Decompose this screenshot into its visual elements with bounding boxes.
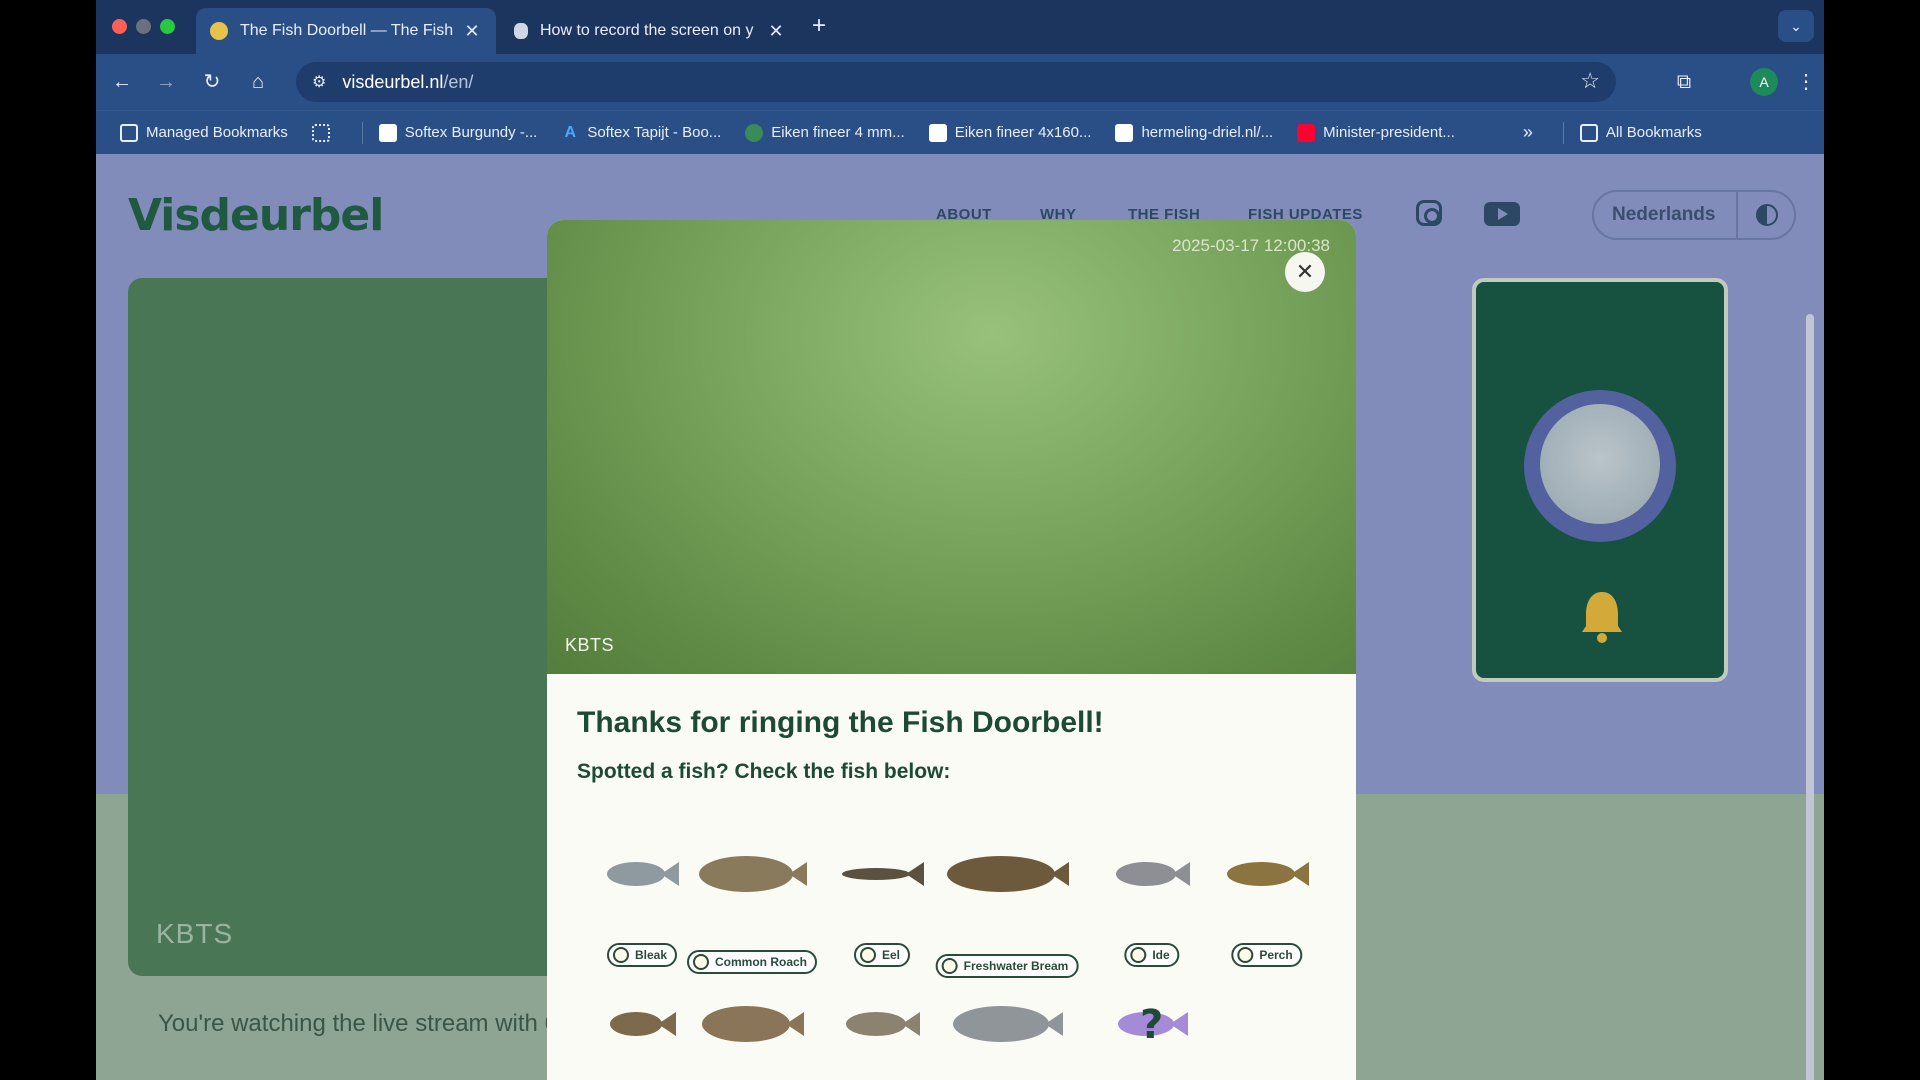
fish-checkbox[interactable]: Bleak xyxy=(606,943,678,967)
site-info-icon[interactable]: ⚙ xyxy=(312,72,326,92)
apps-grid-icon[interactable] xyxy=(311,123,338,142)
bookmark-eiken-fineer-4mm[interactable]: Eiken fineer 4 mm... xyxy=(745,123,905,142)
fish-checkbox[interactable]: Eel xyxy=(853,943,911,967)
fish-modal: 2025-03-17 12:00:38 KBTS ✕ Thanks for ri… xyxy=(547,220,1356,1080)
maximize-window-button[interactable] xyxy=(160,19,175,34)
tab-strip: The Fish Doorbell — The Fish ✕ How to re… xyxy=(96,0,1824,54)
fish-name: Freshwater Bream xyxy=(963,959,1069,973)
radio-icon xyxy=(1130,947,1147,963)
page-scrollbar[interactable] xyxy=(1806,314,1814,1080)
a-favicon-icon: A xyxy=(564,123,577,141)
close-tab-icon[interactable]: ✕ xyxy=(462,21,482,42)
modal-subtitle: Spotted a fish? Check the fish below: xyxy=(577,760,951,783)
fish-option[interactable]: ?Unknown xyxy=(1087,990,1217,1080)
bookmarks-bar: Managed Bookmarks Softex Burgundy -... A… xyxy=(96,110,1824,154)
close-tab-icon[interactable]: ✕ xyxy=(766,21,786,42)
fish-illustration xyxy=(699,856,807,892)
folder-icon xyxy=(120,123,138,142)
bookmark-eiken-fineer-4x160[interactable]: Eiken fineer 4x160... xyxy=(928,123,1091,142)
fish-illustration xyxy=(846,1012,920,1036)
browser-window: The Fish Doorbell — The Fish ✕ How to re… xyxy=(96,0,1824,1080)
question-fish-icon: ? xyxy=(1118,1002,1188,1048)
youtube-favicon-icon xyxy=(1297,123,1316,142)
fish-checkbox[interactable]: Common Roach xyxy=(686,950,818,974)
tab-title: How to record the screen on y xyxy=(540,22,754,39)
fish-doorbell-favicon-icon xyxy=(210,22,228,40)
video-location-label: KBTS xyxy=(565,635,615,655)
globe-favicon-icon xyxy=(745,123,764,142)
reload-icon[interactable]: ↻ xyxy=(198,68,226,96)
tab-search-button[interactable]: ⌄ xyxy=(1778,10,1814,42)
bookmark-softex-burgundy[interactable]: Softex Burgundy -... xyxy=(378,123,537,142)
fish-name: Common Roach xyxy=(714,955,808,969)
radio-icon xyxy=(612,947,629,963)
radio-icon xyxy=(941,958,958,974)
tab-record-screen[interactable]: How to record the screen on y ✕ xyxy=(500,8,800,54)
back-icon[interactable]: ← xyxy=(108,68,136,96)
profile-avatar[interactable]: A xyxy=(1750,68,1778,96)
browser-toolbar: ← → ↻ ⌂ ⚙ visdeurbel.nl/en/ ☆ ⧉ A ⋮ xyxy=(96,54,1824,110)
fish-name: Bleak xyxy=(634,948,668,962)
menu-icon[interactable]: ⋮ xyxy=(1792,68,1820,96)
fish-option[interactable]: Eel xyxy=(817,840,947,970)
fish-option[interactable]: Freshwater Bream xyxy=(935,840,1079,978)
fish-illustration xyxy=(947,856,1069,892)
bookmark-managed[interactable]: Managed Bookmarks xyxy=(120,123,288,142)
fish-illustration xyxy=(702,1006,804,1042)
modal-title: Thanks for ringing the Fish Doorbell! xyxy=(577,706,1104,739)
url-text: visdeurbel.nl/en/ xyxy=(342,71,474,92)
close-window-button[interactable] xyxy=(112,19,127,34)
new-tab-button[interactable]: + xyxy=(812,12,826,40)
bookmark-minister-president[interactable]: Minister-president... xyxy=(1297,123,1455,142)
softex-favicon-icon xyxy=(378,123,397,142)
tab-title: The Fish Doorbell — The Fish xyxy=(240,22,454,39)
fish-checkbox[interactable]: Perch xyxy=(1231,943,1303,967)
tree-favicon-icon xyxy=(928,123,947,142)
svg-text:?: ? xyxy=(1140,1002,1163,1048)
close-modal-button[interactable]: ✕ xyxy=(1285,252,1325,292)
fish-name: Eel xyxy=(881,948,901,962)
fish-name: Perch xyxy=(1259,948,1293,962)
folder-icon xyxy=(1579,123,1598,142)
fish-option[interactable]: Perch xyxy=(1202,840,1332,970)
tab-fish-doorbell[interactable]: The Fish Doorbell — The Fish ✕ xyxy=(196,8,496,54)
fish-option[interactable]: Ide xyxy=(1087,840,1217,970)
bookmark-star-icon[interactable]: ☆ xyxy=(1580,68,1600,94)
fish-option[interactable]: Rudd xyxy=(817,990,947,1080)
radio-icon xyxy=(859,947,876,963)
radio-icon xyxy=(692,954,709,970)
fish-option[interactable] xyxy=(942,990,1072,1080)
fish-checkbox[interactable]: Freshwater Bream xyxy=(935,954,1079,978)
fish-option[interactable]: Common Roach xyxy=(686,840,818,974)
page-favicon-icon xyxy=(1115,123,1134,142)
fish-name: Ide xyxy=(1152,948,1170,962)
extensions-icon[interactable]: ⧉ xyxy=(1670,68,1698,96)
web-page: Visdeurbel ABOUT WHY THE FISH FISH UPDAT… xyxy=(96,154,1824,1080)
forward-icon[interactable]: → xyxy=(152,68,180,96)
fish-illustration xyxy=(842,862,924,886)
more-bookmarks-button[interactable]: » xyxy=(1523,122,1533,143)
home-icon[interactable]: ⌂ xyxy=(244,68,272,96)
all-bookmarks-button[interactable]: All Bookmarks xyxy=(1579,123,1702,142)
fish-illustration xyxy=(953,1006,1063,1042)
apple-favicon-icon xyxy=(514,23,528,39)
minimize-window-button[interactable] xyxy=(136,19,151,34)
fish-illustration xyxy=(1116,862,1190,886)
fish-checkbox[interactable]: Ide xyxy=(1124,943,1180,967)
fish-option[interactable] xyxy=(687,990,817,1080)
bookmark-hermeling-driel[interactable]: hermeling-driel.nl/... xyxy=(1115,123,1273,142)
fish-illustration xyxy=(1227,862,1309,886)
bookmark-softex-tapijt[interactable]: A Softex Tapijt - Boo... xyxy=(561,123,722,142)
radio-icon xyxy=(1237,947,1254,963)
modal-video: 2025-03-17 12:00:38 KBTS xyxy=(547,220,1356,674)
address-bar[interactable]: ⚙ visdeurbel.nl/en/ ☆ xyxy=(296,62,1616,102)
